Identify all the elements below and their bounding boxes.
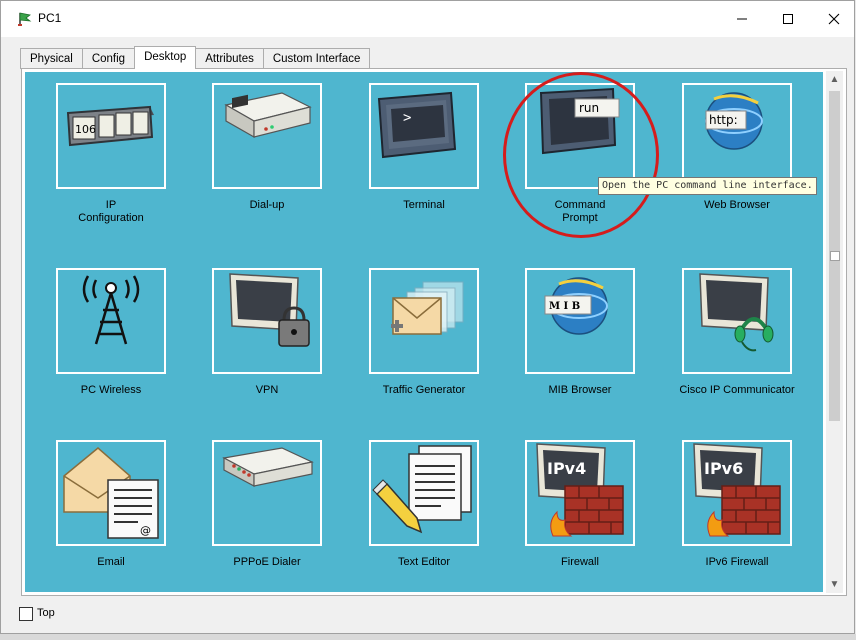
packet-tracer-app-icon (18, 12, 32, 26)
dial-up-tile[interactable] (212, 83, 322, 189)
vpn-label: VPN (255, 384, 279, 396)
vpn-tile[interactable] (212, 268, 322, 374)
scroll-up-arrow-icon[interactable]: ▲ (826, 71, 843, 88)
svg-text:106: 106 (75, 123, 96, 136)
maximize-button[interactable] (765, 1, 811, 37)
mib-browser-label: MIB Browser (548, 384, 612, 396)
ip-configuration-label: IP Configuration (78, 199, 144, 224)
ip-configuration-icon: 106 (66, 105, 154, 147)
traffic-generator-label: Traffic Generator (382, 384, 466, 396)
minimize-icon (737, 18, 747, 20)
pc-wireless-label: PC Wireless (80, 384, 142, 396)
terminal-label: Terminal (403, 199, 445, 211)
pc-wireless-tile[interactable] (56, 268, 166, 374)
svg-text:IPv6: IPv6 (704, 459, 743, 478)
terminal-tile[interactable]: > (369, 83, 479, 189)
terminal-monitor-icon: > (377, 91, 457, 159)
window-title: PC1 (38, 11, 62, 25)
tab-desktop[interactable]: Desktop (134, 46, 197, 69)
web-browser-label: Web Browser (704, 199, 770, 211)
tab-config[interactable]: Config (81, 48, 136, 69)
tab-bar: Physical Config Desktop Attributes Custo… (20, 46, 371, 69)
firewall-tile[interactable]: IPv4 (525, 440, 635, 546)
svg-text:@: @ (140, 524, 151, 537)
ip-configuration-tile[interactable]: 106 (56, 83, 166, 189)
wireless-tower-icon (82, 275, 140, 345)
vpn-lock-monitor-icon (229, 273, 310, 347)
cisco-ip-communicator-label: Cisco IP Communicator (679, 384, 795, 396)
pppoe-dialer-label: PPPoE Dialer (233, 556, 301, 568)
text-editor-pencil-icon (372, 445, 472, 534)
ipv4-firewall-icon: IPv4 (536, 443, 624, 537)
maximize-icon (783, 14, 793, 24)
ip-communicator-headset-icon (699, 273, 774, 352)
text-editor-tile[interactable] (369, 440, 479, 546)
pc1-window: PC1 Physical Config Desktop Attributes C… (0, 0, 855, 634)
ipv6-firewall-tile[interactable]: IPv6 (682, 440, 792, 546)
email-envelope-icon: @ (63, 447, 159, 539)
desktop-area: 106 IP Configuration Dial-up > Terminal … (25, 72, 823, 592)
top-checkbox-label: Top (37, 607, 55, 619)
traffic-generator-envelopes-icon (391, 281, 464, 335)
vertical-scrollbar[interactable]: ▲ ▼ (826, 71, 843, 593)
highlight-circle (503, 72, 659, 238)
desktop-panel: 106 IP Configuration Dial-up > Terminal … (21, 68, 847, 596)
ipv6-firewall-label: IPv6 Firewall (705, 556, 769, 568)
svg-text:>: > (403, 110, 411, 126)
mib-browser-globe-icon: M I B (544, 277, 608, 335)
close-icon (828, 13, 840, 25)
close-button[interactable] (811, 1, 856, 37)
pppoe-dialer-device-icon (222, 447, 314, 487)
tab-custom-interface[interactable]: Custom Interface (262, 48, 371, 69)
text-editor-label: Text Editor (398, 556, 450, 568)
command-prompt-tooltip: Open the PC command line interface. (598, 177, 817, 195)
dial-up-modem-icon (224, 92, 312, 139)
tab-attributes[interactable]: Attributes (195, 48, 264, 69)
traffic-generator-tile[interactable] (369, 268, 479, 374)
mib-browser-tile[interactable]: M I B (525, 268, 635, 374)
email-tile[interactable]: @ (56, 440, 166, 546)
cisco-ip-communicator-tile[interactable] (682, 268, 792, 374)
web-browser-globe-icon: http: (705, 92, 763, 150)
scroll-down-arrow-icon[interactable]: ▼ (826, 576, 843, 593)
svg-text:http:: http: (709, 113, 738, 127)
title-bar[interactable]: PC1 (1, 1, 854, 37)
pppoe-dialer-tile[interactable] (212, 440, 322, 546)
minimize-button[interactable] (719, 1, 765, 37)
top-checkbox[interactable] (19, 607, 33, 621)
scrollbar-marker (830, 251, 840, 261)
svg-text:IPv4: IPv4 (547, 459, 586, 478)
ipv6-firewall-icon: IPv6 (693, 443, 781, 537)
firewall-label: Firewall (561, 556, 599, 568)
web-browser-tile[interactable]: http: (682, 83, 792, 189)
email-label: Email (97, 556, 125, 568)
tab-physical[interactable]: Physical (20, 48, 83, 69)
background-strip (0, 634, 856, 640)
dial-up-label: Dial-up (249, 199, 285, 211)
svg-text:M I B: M I B (549, 301, 580, 312)
